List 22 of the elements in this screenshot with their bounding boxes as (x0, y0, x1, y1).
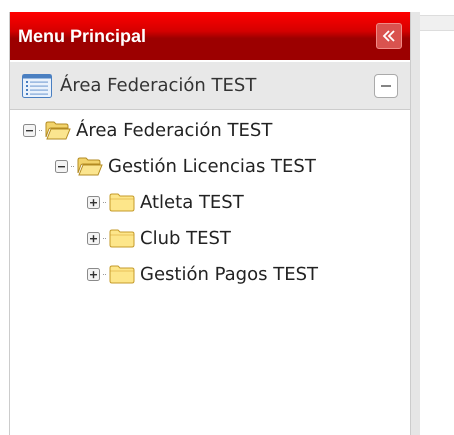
expand-icon[interactable] (87, 268, 100, 280)
panel-title: Menu Principal (18, 24, 146, 48)
tree-item[interactable]: Atleta TEST (140, 188, 244, 216)
open-folder-icon (45, 120, 71, 140)
collapse-icon[interactable] (55, 160, 68, 172)
expand-icon[interactable] (87, 196, 100, 208)
collapse-icon[interactable] (23, 124, 36, 136)
open-folder-icon (77, 156, 103, 176)
collapse-panel-button[interactable] (376, 23, 402, 49)
section-title: Área Federación TEST (60, 73, 256, 98)
folder-icon (109, 228, 135, 248)
tree-item[interactable]: Gestión Pagos TEST (140, 260, 318, 288)
section-toggle-button[interactable] (374, 74, 398, 98)
tree-item[interactable]: Gestión Licencias TEST (108, 152, 316, 180)
folder-icon (109, 192, 135, 212)
content-toolbar (420, 15, 454, 31)
expand-icon[interactable] (87, 232, 100, 244)
tree-item[interactable]: Área Federación TEST (76, 116, 272, 144)
tree-item[interactable]: Club TEST (140, 224, 231, 252)
double-chevron-left-icon (382, 30, 396, 42)
folder-icon (109, 264, 135, 284)
list-icon (22, 74, 52, 98)
